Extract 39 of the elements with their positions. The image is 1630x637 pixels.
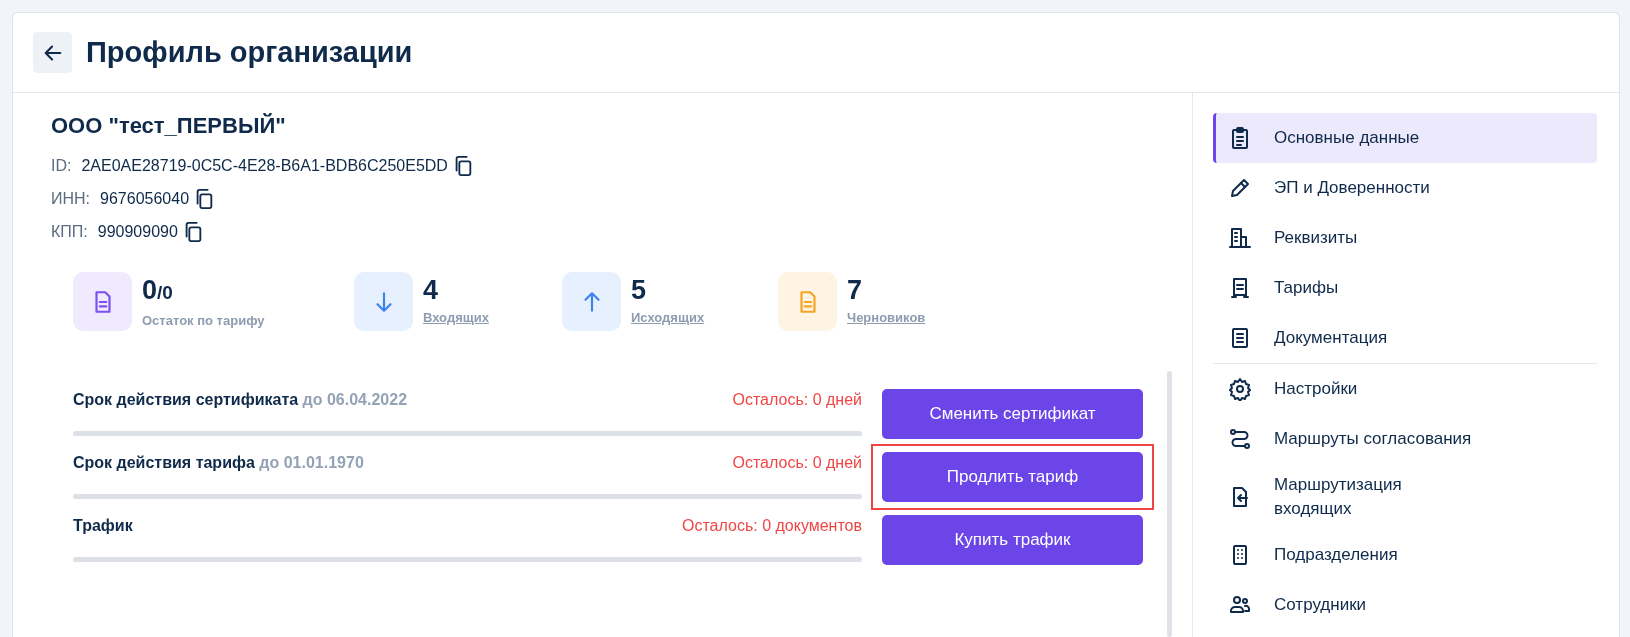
organization-name: ООО "тест_ПЕРВЫЙ" xyxy=(51,113,287,139)
action-button[interactable]: Продлить тариф xyxy=(882,452,1143,502)
limit-title: Срок действия тарифа до 01.01.1970 xyxy=(73,454,364,473)
back-button[interactable] xyxy=(33,32,72,73)
page-title: Профиль организации xyxy=(86,36,413,69)
settings-icon xyxy=(1228,377,1252,401)
limit-title: Срок действия сертификата до 06.04.2022 xyxy=(73,391,408,410)
building-icon xyxy=(1228,226,1252,250)
limit-title: Трафик xyxy=(73,517,133,536)
remaining-text: Осталось: 0 дней xyxy=(732,391,862,410)
field-label: ИНН: xyxy=(51,189,91,208)
stat-value: 7 xyxy=(847,274,864,306)
field-label: КПП: xyxy=(51,222,88,241)
stat-label: Остаток по тарифу xyxy=(142,313,265,328)
field-value: 990909090 xyxy=(97,222,178,241)
stat-value: 4 xyxy=(423,274,440,306)
remaining-text: Осталось: 0 дней xyxy=(732,454,862,473)
sidebar-item[interactable]: Маршрутизация входящих xyxy=(1213,464,1597,530)
sidebar-item[interactable]: Настройки xyxy=(1213,364,1597,414)
sidebar-item[interactable]: Маршруты согласования xyxy=(1213,414,1597,464)
pencil-icon xyxy=(1228,176,1252,200)
field-label: ID: xyxy=(51,156,72,175)
sidebar-item[interactable]: ЭП и Доверенности xyxy=(1213,163,1597,213)
remaining-text: Осталось: 0 документов xyxy=(682,517,862,536)
route-icon xyxy=(1228,427,1252,451)
action-button[interactable]: Сменить сертификат xyxy=(882,389,1143,439)
scrollbar[interactable] xyxy=(1167,371,1172,637)
sidebar-item[interactable]: Основные данные xyxy=(1213,113,1597,163)
sidebar-item[interactable]: Документация xyxy=(1213,313,1597,363)
action-button[interactable]: Купить трафик xyxy=(882,515,1143,565)
sidebar-item[interactable]: Тарифы xyxy=(1213,263,1597,313)
stat-value: 0/0 xyxy=(142,274,174,307)
sidebar-item[interactable]: Реквизиты xyxy=(1213,213,1597,263)
sidebar-item[interactable]: Подразделения xyxy=(1213,530,1597,580)
receipt-icon xyxy=(1228,276,1252,300)
field-value: 2AE0AE28719-0C5C-4E28-B6A1-BDB6C250E5DD xyxy=(81,156,448,175)
sidebar-item[interactable]: Сотрудники xyxy=(1213,580,1597,630)
field-value: 9676056040 xyxy=(100,189,190,208)
stat-value: 5 xyxy=(631,274,648,306)
